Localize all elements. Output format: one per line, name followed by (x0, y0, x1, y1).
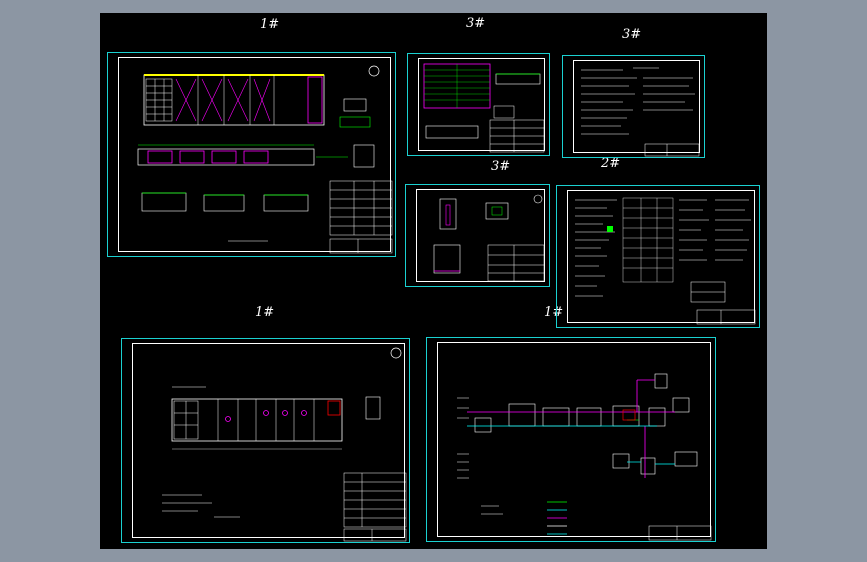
sheet-size-label: 3# (491, 159, 511, 174)
sheet-size-label: 3# (466, 16, 486, 31)
drawing-sheet-equipment-plan[interactable] (121, 338, 410, 543)
sheet-size-label: 3# (622, 27, 642, 42)
sheet-drawing-content (433, 194, 545, 282)
sheet-drawing-content (575, 197, 756, 325)
drawing-sheet-detail-top[interactable] (407, 53, 550, 156)
drawing-sheet-equipment-list[interactable] (556, 185, 760, 328)
sheet-drawing-content (457, 373, 712, 541)
sheet-drawing-content (423, 63, 545, 153)
cad-model-viewport[interactable]: 1# 3# 3# 3# 2# 1# 1# (100, 13, 767, 549)
drawing-sheet-plan-elevation[interactable] (107, 52, 396, 257)
sheet-drawing-content (581, 67, 700, 157)
drawing-sheet-process-flow[interactable] (426, 337, 716, 542)
sheet-drawing-content (162, 347, 407, 542)
sheet-drawing-content (137, 65, 393, 254)
sheet-size-label: 1# (260, 17, 280, 32)
drawing-sheet-detail-bottom[interactable] (405, 184, 550, 287)
drawing-sheet-notes[interactable] (562, 55, 705, 158)
sheet-size-label: 1# (255, 305, 275, 320)
